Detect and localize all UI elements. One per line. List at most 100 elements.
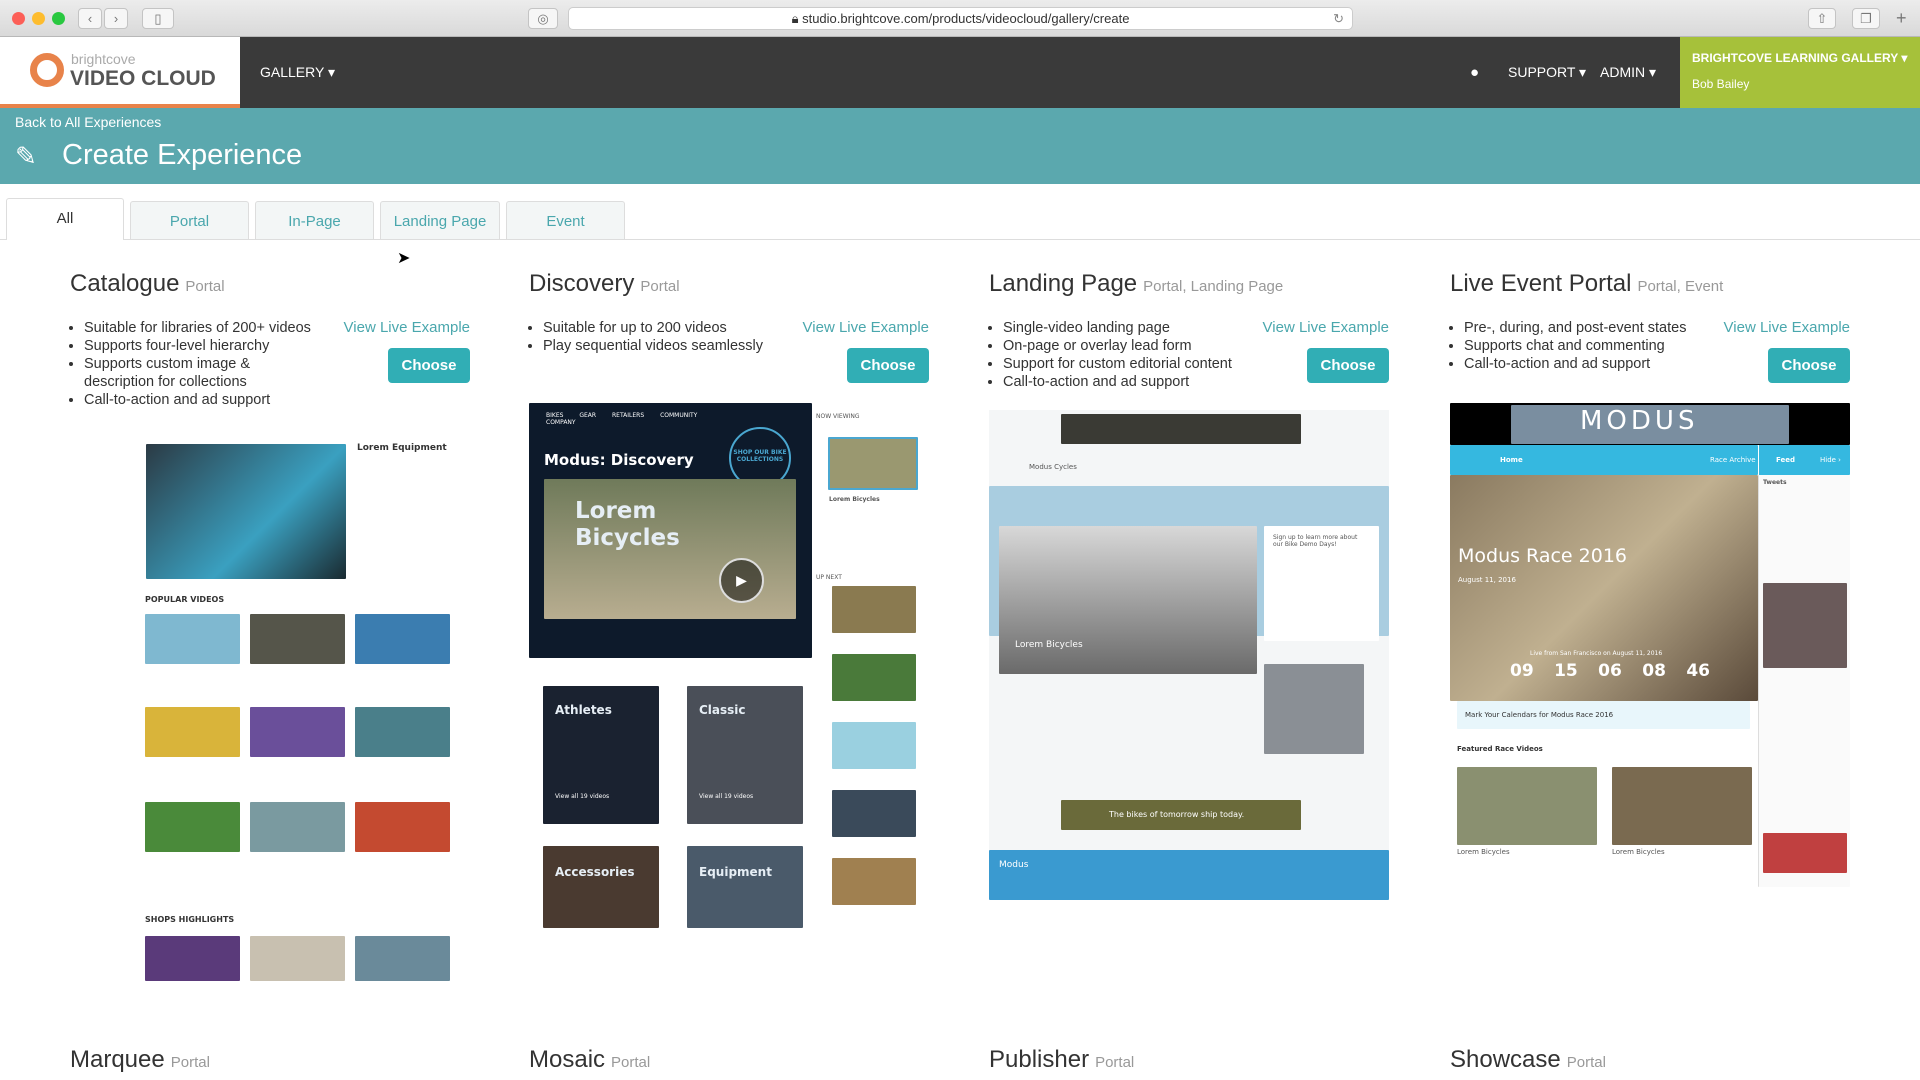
up-next-label: UP NEXT (816, 574, 842, 581)
catalogue-preview: Lorem Equipment POPULAR VIDEOS SHOPS HIG… (70, 435, 470, 985)
tweet-image (1763, 833, 1847, 873)
now-viewing-label: NOW VIEWING (816, 413, 860, 420)
category-title: Athletes (555, 703, 612, 717)
choose-button[interactable]: Choose (1307, 348, 1389, 383)
new-tab-icon[interactable]: + (1896, 8, 1907, 29)
admin-menu[interactable]: ADMIN ▾ (1600, 64, 1656, 81)
feature-item: Suitable for up to 200 videos (543, 319, 783, 337)
tab-portal[interactable]: Portal (130, 201, 249, 239)
tab-landing-page[interactable]: Landing Page (380, 201, 500, 239)
video-thumb (250, 614, 345, 664)
play-icon[interactable]: ▶ (719, 558, 764, 603)
category-title: Equipment (699, 865, 772, 879)
account-menu[interactable]: BRIGHTCOVE LEARNING GALLERY ▾ Bob Bailey (1680, 37, 1920, 108)
logo[interactable]: brightcove VIDEO CLOUD (0, 37, 240, 108)
video-player (999, 526, 1257, 674)
up-next-thumb (832, 654, 916, 701)
choose-button[interactable]: Choose (847, 348, 929, 383)
reload-icon[interactable]: ↻ (1333, 8, 1344, 29)
up-next-thumb (832, 586, 916, 633)
account-name: BRIGHTCOVE LEARNING GALLERY ▾ (1692, 51, 1908, 65)
event-date: August 11, 2016 (1458, 576, 1516, 584)
video-thumb (355, 614, 450, 664)
back-link[interactable]: Back to All Experiences (15, 114, 161, 130)
feature-item: On-page or overlay lead form (1003, 337, 1243, 355)
popular-heading: POPULAR VIDEOS (145, 595, 225, 604)
shop-thumb (355, 936, 450, 981)
countdown-hours: 06 (1598, 661, 1622, 681)
experience-title: Live Event Portal (1450, 270, 1632, 297)
support-menu[interactable]: SUPPORT ▾ (1508, 64, 1586, 81)
notifications-icon[interactable]: ● (1470, 64, 1479, 81)
choose-button[interactable]: Choose (1768, 348, 1850, 383)
experience-title-mosaic: Mosaic Portal (529, 1046, 650, 1074)
logo-top-text: brightcove (71, 51, 136, 67)
gallery-menu[interactable]: GALLERY ▾ (260, 64, 335, 81)
feature-item: Call-to-action and ad support (1464, 355, 1704, 373)
calendar-text: Mark Your Calendars for Modus Race 2016 (1465, 711, 1614, 719)
close-window-button[interactable] (12, 12, 25, 25)
feature-item: Single-video landing page (1003, 319, 1243, 337)
landing-page-preview: Modus Cycles Lorem Bicycles Sign up to l… (989, 410, 1389, 900)
video-thumb (250, 802, 345, 852)
up-next-thumb (832, 722, 916, 769)
tabs-icon[interactable]: ❐ (1852, 8, 1880, 29)
tab-in-page[interactable]: In-Page (255, 201, 374, 239)
logo-bottom-text: VIDEO CLOUD (70, 67, 216, 90)
view-live-example-link[interactable]: View Live Example (344, 319, 470, 336)
tab-all[interactable]: All (6, 198, 124, 240)
category-title: Accessories (555, 865, 635, 879)
experience-title: Catalogue (70, 270, 180, 297)
tweets-label: Tweets (1763, 479, 1787, 486)
back-icon[interactable]: ‹ (78, 8, 102, 29)
product-title: Lorem Equipment (357, 443, 447, 453)
experience-title-marquee: Marquee Portal (70, 1046, 210, 1074)
experience-type: Portal, Event (1637, 278, 1724, 295)
experience-type: Portal (170, 1054, 210, 1071)
category-tile (543, 846, 659, 928)
feature-item: Supports chat and commenting (1464, 337, 1704, 355)
feature-item: Call-to-action and ad support (1003, 373, 1243, 391)
feature-item: Suitable for libraries of 200+ videos (84, 319, 324, 337)
experience-type: Portal, Landing Page (1143, 278, 1284, 295)
choose-button[interactable]: Choose (388, 348, 470, 383)
experience-title: Publisher (989, 1046, 1090, 1073)
maximize-window-button[interactable] (52, 12, 65, 25)
tab-event[interactable]: Event (506, 201, 625, 239)
experience-card-discovery: Discovery Portal Suitable for up to 200 v… (529, 270, 929, 383)
experience-title: Mosaic (529, 1046, 606, 1073)
preview-nav-item: BIKES (546, 412, 564, 419)
experience-card-live-event: Live Event Portal Portal, Event Pre-, dur… (1450, 270, 1850, 383)
view-live-example-link[interactable]: View Live Example (803, 319, 929, 336)
tab-divider (0, 239, 1920, 240)
signup-text: Sign up to learn more about our Bike Dem… (1273, 534, 1358, 548)
user-name: Bob Bailey (1692, 77, 1750, 91)
feature-item: Call-to-action and ad support (84, 391, 324, 409)
forward-icon[interactable]: › (104, 8, 128, 29)
share-icon[interactable]: ⇧ (1808, 8, 1836, 29)
experience-type: Portal (611, 1054, 651, 1071)
view-all-link: View all 19 videos (555, 793, 610, 800)
preview-nav: BIKES GEAR RETAILERS COMMUNITY COMPANY (546, 412, 697, 426)
live-location: Live from San Francisco on August 11, 20… (1530, 650, 1663, 657)
feature-item: Support for custom editorial content (1003, 355, 1243, 373)
minimize-window-button[interactable] (32, 12, 45, 25)
view-live-example-link[interactable]: View Live Example (1724, 319, 1850, 336)
mouse-cursor-icon: ➤ (397, 250, 411, 267)
edit-icon: ✎ (15, 141, 37, 171)
brand-logo: MODUS (1580, 406, 1699, 436)
view-live-example-link[interactable]: View Live Example (1263, 319, 1389, 336)
video-thumb (250, 707, 345, 757)
footer (989, 850, 1389, 900)
address-bar[interactable]: 🔒︎ studio.brightcove.com/products/videoc… (568, 7, 1353, 30)
experience-type: Portal (1566, 1054, 1606, 1071)
up-next-thumb (832, 790, 916, 837)
top-banner (1061, 414, 1301, 444)
shop-thumb (250, 936, 345, 981)
privacy-icon[interactable]: ◎ (528, 8, 558, 29)
experience-type: Portal (1095, 1054, 1135, 1071)
countdown-months: 09 (1510, 661, 1534, 681)
tweet-image (1763, 583, 1847, 668)
sidebar-icon[interactable]: ▯ (142, 8, 174, 29)
experience-title: Discovery (529, 270, 635, 297)
